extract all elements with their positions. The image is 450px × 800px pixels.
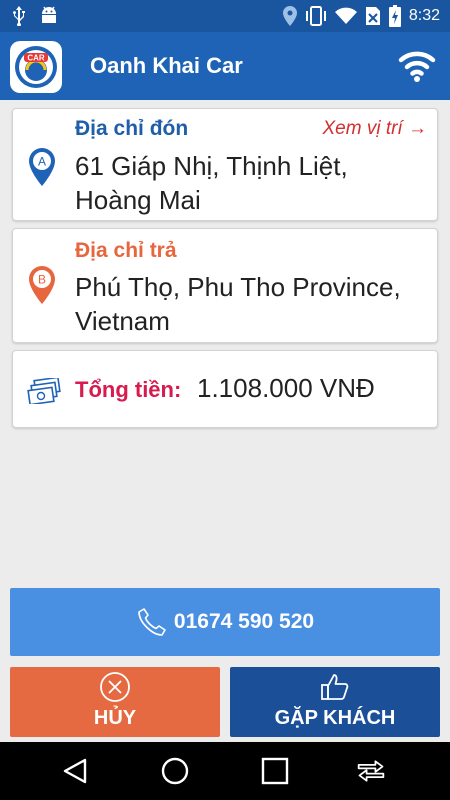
navigation-bar [0,742,450,800]
status-bar: 8:32 [0,0,450,32]
battery-charging-icon [388,5,401,27]
usb-icon [13,6,25,26]
cancel-circle-icon [100,672,130,702]
status-time: 8:32 [408,7,440,24]
thumbs-up-icon [321,674,349,700]
meet-customer-label: GẶP KHÁCH [274,707,396,729]
total-value: 1.108.000 VNĐ [197,373,375,403]
dropoff-card: B Địa chỉ trả Phú Thọ, Phu Tho Province,… [12,228,438,343]
vibrate-icon [305,6,326,26]
logo-text: CAR [27,54,45,63]
cancel-button[interactable]: HỦY [10,667,220,737]
wifi-icon [334,7,357,24]
connection-status-button[interactable] [398,48,436,84]
money-icon [27,378,61,404]
android-icon [42,6,56,23]
switch-app-icon[interactable] [356,756,386,786]
call-button[interactable]: 01674 590 520 [10,588,440,656]
pickup-address: 61 Giáp Nhị, Thịnh Liệt, Hoàng Mai [75,151,348,215]
back-icon[interactable] [60,756,90,786]
phone-icon [138,608,166,636]
app-bar: CAR Oanh Khai Car [0,32,450,100]
app-logo: CAR [10,41,62,93]
pickup-label: Địa chỉ đón [75,117,189,140]
pickup-card: A Địa chỉ đón Xem vị trí → 61 Giáp Nhị, … [12,108,438,221]
home-icon[interactable] [160,756,190,786]
dropoff-pin-icon: B [29,266,55,304]
pickup-pin-icon: A [29,148,55,186]
view-location-link[interactable]: Xem vị trí → [322,118,427,140]
location-icon [282,6,297,26]
pickup-badge: A [38,155,46,169]
cancel-label: HỦY [93,707,137,729]
call-number: 01674 590 520 [173,610,315,633]
dropoff-address: Phú Thọ, Phu Tho Province, Vietnam [75,272,401,336]
app-title: Oanh Khai Car [90,53,243,78]
recents-icon[interactable] [260,756,290,786]
no-sim-icon [365,7,380,25]
dropoff-label: Địa chỉ trả [75,239,177,262]
wifi-icon [398,51,436,82]
total-card: Tổng tiền: 1.108.000 VNĐ [12,350,438,428]
meet-customer-button[interactable]: GẶP KHÁCH [230,667,440,737]
total-label: Tổng tiền: [75,377,182,402]
dropoff-badge: B [38,273,46,287]
